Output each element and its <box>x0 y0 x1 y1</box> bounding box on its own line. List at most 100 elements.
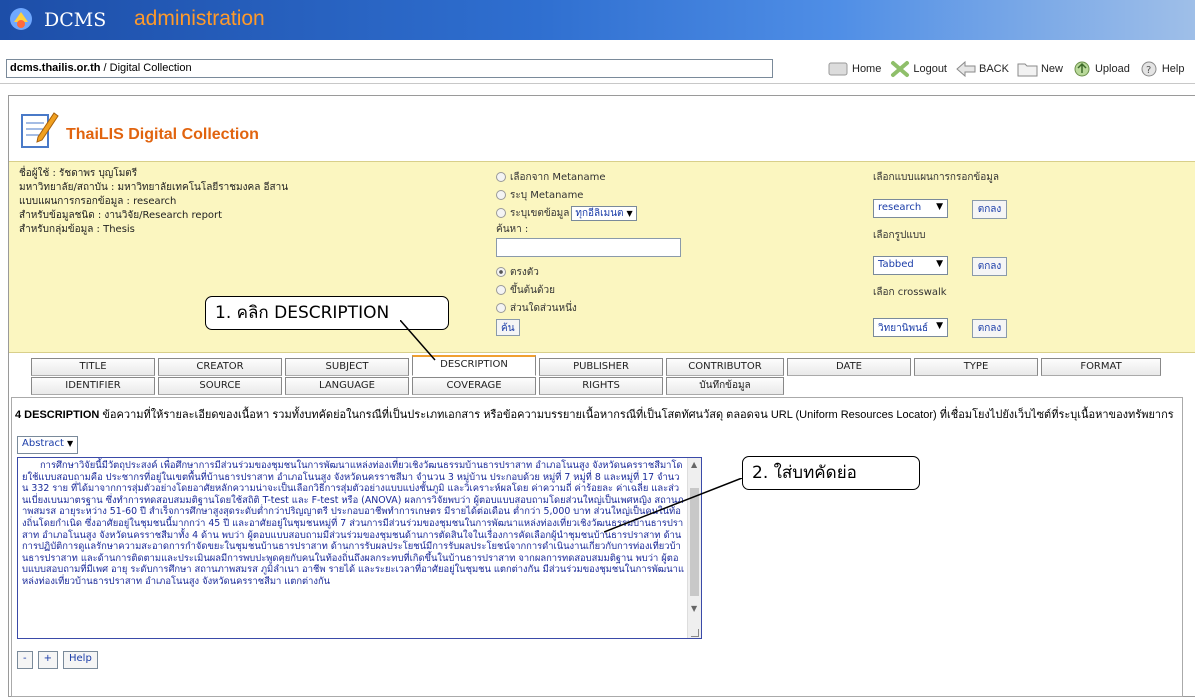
app-window: DCMS administration dcms.thailis.or.th /… <box>0 0 1195 697</box>
radio-match-any[interactable] <box>496 303 506 313</box>
search-button[interactable]: ค้น <box>496 319 520 336</box>
tab-source[interactable]: SOURCE <box>158 377 282 395</box>
tab-identifier[interactable]: IDENTIFIER <box>31 377 155 395</box>
opt-specify-metaname[interactable]: ระบุ Metaname <box>496 186 856 204</box>
scroll-up-icon[interactable]: ▲ <box>691 460 697 469</box>
brand-header: ThaiLIS Digital Collection <box>16 104 259 154</box>
opt-scope[interactable]: ระบุเขตข้อมูล ทุกอีลิเมนต ▼ <box>496 204 856 222</box>
logout-icon <box>891 61 910 77</box>
brand-title: ThaiLIS Digital Collection <box>66 126 259 143</box>
tab-creator[interactable]: CREATOR <box>158 358 282 376</box>
help-label: Help <box>1161 63 1185 75</box>
dcms-logo-icon <box>10 8 32 30</box>
search-input[interactable] <box>496 238 681 257</box>
template-select[interactable]: research ▼ <box>873 199 948 218</box>
tab-language[interactable]: LANGUAGE <box>285 377 409 395</box>
user-data-group: สำหรับกลุ่มข้อมูล : Thesis <box>19 224 135 235</box>
metaname-search: เลือกจาก Metaname ระบุ Metaname ระบุเขตข… <box>496 168 856 336</box>
radio-from-metaname[interactable] <box>496 172 506 182</box>
qualifier-value: Abstract <box>22 438 64 449</box>
edit-document-icon <box>21 112 59 148</box>
opt-specify-metaname-label: ระบุ Metaname <box>510 189 584 201</box>
help-button[interactable]: ? Help <box>1138 60 1185 78</box>
crosswalk-select[interactable]: วิทยานิพนธ์ ▼ <box>873 318 948 337</box>
back-arrow-icon <box>956 60 976 78</box>
tab-publisher[interactable]: PUBLISHER <box>539 358 663 376</box>
abstract-textarea[interactable]: การศึกษาวิจัยนี้มีวัตถุประสงค์ เพื่อศึกษ… <box>17 457 702 639</box>
crosswalk-select-value: วิทยานิพนธ์ <box>878 323 929 334</box>
field-help-text: ข้อความที่ให้รายละเอียดของเนื้อหา รวมทั้… <box>99 409 1174 421</box>
app-subtitle: administration <box>134 7 265 30</box>
template-label: เลือกแบบแผนการกรอกข้อมูล <box>873 172 999 183</box>
folder-icon <box>1017 63 1038 77</box>
crosswalk-ok-button[interactable]: ตกลง <box>972 319 1007 338</box>
opt-match-any[interactable]: ส่วนใดส่วนหนึ่ง <box>496 299 856 317</box>
add-value-button[interactable]: + <box>37 651 58 669</box>
field-buttons: - + Help <box>17 651 103 669</box>
tab-rights[interactable]: RIGHTS <box>539 377 663 395</box>
user-template: แบบแผนการกรอกข้อมูล : research <box>19 196 177 207</box>
opt-from-metaname[interactable]: เลือกจาก Metaname <box>496 168 856 186</box>
search-label: ค้นหา : <box>496 224 529 235</box>
address-row: dcms.thailis.or.th / Digital Collection … <box>0 54 1195 84</box>
scope-select-value: ทุกอีลิเมนต <box>575 207 624 219</box>
resize-grip-icon[interactable] <box>691 629 699 637</box>
field-help-button[interactable]: Help <box>63 651 98 669</box>
radio-scope[interactable] <box>496 208 506 218</box>
scroll-down-icon[interactable]: ▼ <box>691 604 697 613</box>
callout-step2: 2. ใส่บทคัดย่อ <box>742 456 920 490</box>
scope-select[interactable]: ทุกอีลิเมนต ▼ <box>571 205 637 221</box>
logout-label: Logout <box>913 63 947 75</box>
tab-format[interactable]: FORMAT <box>1041 358 1161 376</box>
tab-contributor[interactable]: CONTRIBUTOR <box>666 358 784 376</box>
user-info: ชื่อผู้ใช้ : รัชดาพร บุญโมตรี มหาวิทยาลั… <box>19 167 288 237</box>
opt-scope-label: ระบุเขตข้อมูล <box>510 207 570 219</box>
textarea-scrollbar[interactable]: ▲ ▼ <box>687 458 701 638</box>
new-button[interactable]: New <box>1017 60 1063 78</box>
logout-button[interactable]: Logout <box>889 60 947 78</box>
crosswalk-label: เลือก crosswalk <box>873 287 947 298</box>
qualifier-select[interactable]: Abstract ▼ <box>17 436 79 454</box>
tab-description[interactable]: DESCRIPTION <box>412 355 536 376</box>
field-panel: 4 DESCRIPTION ข้อความที่ให้รายละเอียดของ… <box>11 397 1183 697</box>
radio-match-begins[interactable] <box>496 285 506 295</box>
app-name: DCMS <box>44 9 107 31</box>
opt-match-begins[interactable]: ขึ้นต้นด้วย <box>496 281 856 299</box>
tab-save[interactable]: บันทึกข้อมูล <box>666 377 784 395</box>
radio-match-exact[interactable] <box>496 267 506 277</box>
abstract-text: การศึกษาวิจัยนี้มีวัตถุประสงค์ เพื่อศึกษ… <box>22 460 684 587</box>
tab-type[interactable]: TYPE <box>914 358 1038 376</box>
chevron-down-icon: ▼ <box>626 208 633 218</box>
home-button[interactable]: Home <box>828 60 881 78</box>
opt-match-begins-label: ขึ้นต้นด้วย <box>510 284 555 296</box>
format-select[interactable]: Tabbed ▼ <box>873 256 948 275</box>
home-label: Home <box>852 63 882 75</box>
tab-subject[interactable]: SUBJECT <box>285 358 409 376</box>
opt-match-exact[interactable]: ตรงตัว <box>496 263 856 281</box>
tab-title[interactable]: TITLE <box>31 358 155 376</box>
format-ok-button[interactable]: ตกลง <box>972 257 1007 276</box>
opt-from-metaname-label: เลือกจาก Metaname <box>510 171 606 183</box>
chevron-down-icon: ▼ <box>936 259 943 269</box>
breadcrumb-path: / Digital Collection <box>100 62 192 74</box>
radio-specify-metaname[interactable] <box>496 190 506 200</box>
remove-value-button[interactable]: - <box>17 651 33 669</box>
template-select-value: research <box>878 202 922 213</box>
field-description: 4 DESCRIPTION ข้อความที่ให้รายละเอียดของ… <box>15 405 1180 423</box>
breadcrumb-host[interactable]: dcms.thailis.or.th <box>10 62 100 74</box>
scroll-thumb[interactable] <box>690 488 699 596</box>
user-institution: มหาวิทยาลัย/สถาบัน : มหาวิทยาลัยเทคโนโลย… <box>19 182 289 193</box>
home-icon <box>828 62 848 76</box>
format-label: เลือกรูปแบบ <box>873 230 926 241</box>
template-ok-button[interactable]: ตกลง <box>972 200 1007 219</box>
back-button[interactable]: BACK <box>955 60 1009 78</box>
upload-button[interactable]: Upload <box>1071 60 1130 78</box>
help-icon: ? <box>1141 61 1157 77</box>
toolbar: Home Logout BACK New Upload ? Help <box>828 58 1192 80</box>
chevron-down-icon: ▼ <box>66 439 74 448</box>
tab-coverage[interactable]: COVERAGE <box>412 377 536 395</box>
opt-match-exact-label: ตรงตัว <box>510 266 539 278</box>
tab-date[interactable]: DATE <box>787 358 911 376</box>
upload-icon <box>1074 61 1090 77</box>
chevron-down-icon: ▼ <box>936 202 943 212</box>
